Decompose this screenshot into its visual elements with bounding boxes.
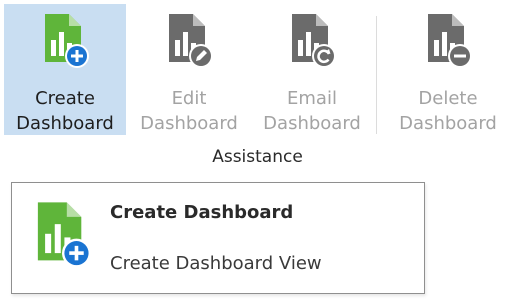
- edit-button-label-line2: Dashboard: [140, 113, 238, 134]
- create-dashboard-dropdown: Create Dashboard Create Dashboard View: [11, 182, 425, 294]
- delete-button-label-line2: Dashboard: [399, 113, 497, 134]
- delete-dashboard-icon: [428, 14, 472, 68]
- menu-item-create-dashboard-view[interactable]: Create Dashboard View: [110, 253, 322, 274]
- create-dashboard-button[interactable]: Create Dashboard: [4, 4, 126, 135]
- create-button-label-line1: Create: [35, 88, 95, 109]
- delete-button-label-line1: Delete: [418, 88, 478, 109]
- ribbon-group-label: Assistance: [212, 147, 303, 167]
- create-dashboard-icon: [37, 202, 91, 268]
- email-button-label-line2: Dashboard: [263, 113, 361, 134]
- delete-dashboard-button[interactable]: Delete Dashboard: [384, 4, 512, 135]
- ribbon-group-assistance: Create Dashboard Edit Dashboard Email Da…: [0, 0, 515, 176]
- email-dashboard-button[interactable]: Email Dashboard: [253, 4, 371, 135]
- email-button-label-line1: Email: [287, 88, 337, 109]
- create-dashboard-icon: [45, 14, 89, 68]
- edit-button-label-line1: Edit: [171, 88, 207, 109]
- ribbon-separator: [376, 16, 377, 134]
- menu-item-create-dashboard[interactable]: Create Dashboard: [110, 202, 293, 223]
- email-dashboard-icon: [292, 14, 336, 68]
- edit-dashboard-icon: [169, 14, 213, 68]
- edit-dashboard-button[interactable]: Edit Dashboard: [130, 4, 248, 135]
- create-button-label-line2: Dashboard: [16, 113, 114, 134]
